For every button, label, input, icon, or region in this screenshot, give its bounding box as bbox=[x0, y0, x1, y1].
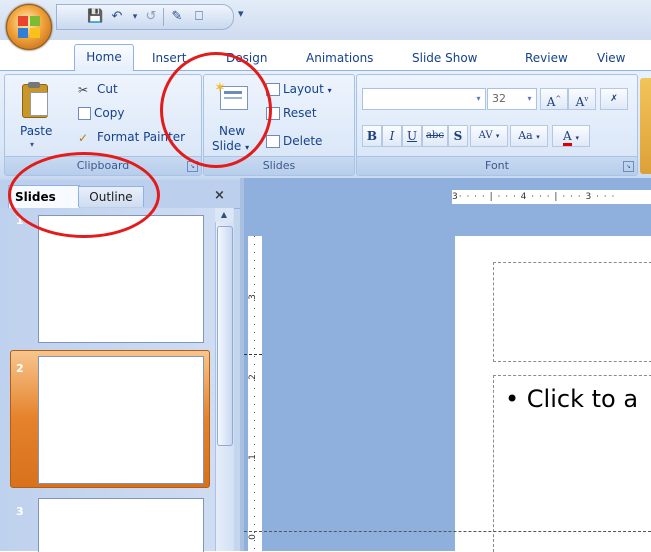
paste-icon[interactable] bbox=[20, 82, 50, 120]
ruler-number: 2 bbox=[247, 374, 258, 380]
print-preview-icon[interactable]: ⎕ bbox=[191, 9, 207, 25]
ruler-marker bbox=[244, 354, 262, 355]
copy-button[interactable]: Copy bbox=[78, 106, 124, 120]
thumbnail-number: 3 bbox=[16, 505, 24, 518]
horizontal-ruler: 3· · · · | · · · 4 · · · | · · · 3 · · · bbox=[452, 190, 651, 204]
chevron-down-icon: ▾ bbox=[327, 86, 332, 95]
underline-button[interactable]: U bbox=[402, 125, 422, 147]
tab-slide-show[interactable]: Slide Show bbox=[412, 46, 477, 70]
shadow-button[interactable]: S bbox=[448, 125, 468, 147]
next-group-edge bbox=[640, 78, 651, 174]
strikethrough-button[interactable]: abc bbox=[422, 125, 448, 147]
tab-home[interactable]: Home bbox=[74, 44, 134, 71]
italic-button[interactable]: I bbox=[382, 125, 402, 147]
font-name-combo[interactable]: ▾ bbox=[362, 88, 486, 110]
insert-picture-icon[interactable]: ✎ bbox=[169, 9, 185, 25]
slide-thumbnail-2[interactable] bbox=[38, 356, 204, 484]
slide-thumbnail-3[interactable] bbox=[38, 498, 204, 552]
ruler-number: 0 bbox=[247, 534, 258, 540]
close-icon[interactable]: × bbox=[214, 188, 225, 203]
chevron-down-icon: ▾ bbox=[476, 94, 481, 103]
scrollbar-thumb[interactable] bbox=[217, 226, 233, 446]
bold-button[interactable]: B bbox=[362, 125, 382, 147]
change-case-button[interactable]: Aa ▾ bbox=[510, 125, 548, 147]
save-icon[interactable]: 💾 bbox=[87, 9, 103, 25]
shrink-font-button[interactable]: Av bbox=[568, 88, 596, 110]
thumbnail-number: 2 bbox=[16, 362, 24, 375]
reset-button[interactable]: Reset bbox=[266, 106, 317, 120]
ruler-number: 1 bbox=[247, 454, 258, 460]
undo-dropdown-icon[interactable]: ▾ bbox=[127, 9, 143, 25]
clear-formatting-button[interactable]: ✗ bbox=[600, 88, 628, 110]
layout-button[interactable]: Layout ▾ bbox=[266, 82, 332, 96]
tab-review[interactable]: Review bbox=[525, 46, 568, 70]
quick-access-toolbar: 💾 ↶ ▾ ↺ ✎ ⎕ bbox=[56, 4, 234, 30]
copy-icon bbox=[78, 107, 91, 120]
scroll-up-icon[interactable]: ▲ bbox=[215, 208, 233, 222]
drawing-guide bbox=[244, 531, 651, 532]
paste-button[interactable]: Paste bbox=[20, 124, 52, 138]
annotation-circle-pane-tabs bbox=[8, 152, 160, 238]
delete-button[interactable]: Delete bbox=[266, 134, 322, 148]
vertical-ruler: 3 2 1 0 bbox=[248, 236, 262, 551]
scissors-icon: ✂ bbox=[78, 82, 89, 97]
paste-dropdown-icon[interactable]: ▾ bbox=[30, 140, 34, 149]
delete-icon bbox=[266, 135, 280, 148]
customize-qat-icon[interactable]: ▾ bbox=[238, 7, 244, 20]
character-spacing-button[interactable]: AV ▾ bbox=[470, 125, 508, 147]
tab-view[interactable]: View bbox=[597, 46, 625, 70]
office-button[interactable] bbox=[6, 4, 52, 50]
office-logo-icon bbox=[18, 16, 40, 38]
tab-animations[interactable]: Animations bbox=[306, 46, 373, 70]
font-size-combo[interactable]: 32 ▾ bbox=[487, 88, 537, 110]
placeholder-text: • Click to a bbox=[505, 385, 639, 413]
undo-icon[interactable]: ↶ bbox=[109, 9, 125, 25]
grow-font-button[interactable]: A^ bbox=[540, 88, 568, 110]
chevron-down-icon: ▾ bbox=[527, 94, 532, 103]
annotation-circle-new-slide bbox=[160, 52, 272, 168]
font-color-button[interactable]: A ▾ bbox=[552, 125, 590, 147]
font-launcher-icon[interactable]: ↘ bbox=[623, 161, 634, 172]
cut-button[interactable]: ✂ Cut bbox=[78, 82, 118, 97]
font-group-label: Font bbox=[357, 156, 637, 175]
title-placeholder[interactable] bbox=[493, 262, 651, 362]
redo-icon[interactable]: ↺ bbox=[143, 9, 159, 25]
brush-icon: ✓ bbox=[78, 130, 89, 145]
ruler-number: 3 bbox=[247, 294, 258, 300]
